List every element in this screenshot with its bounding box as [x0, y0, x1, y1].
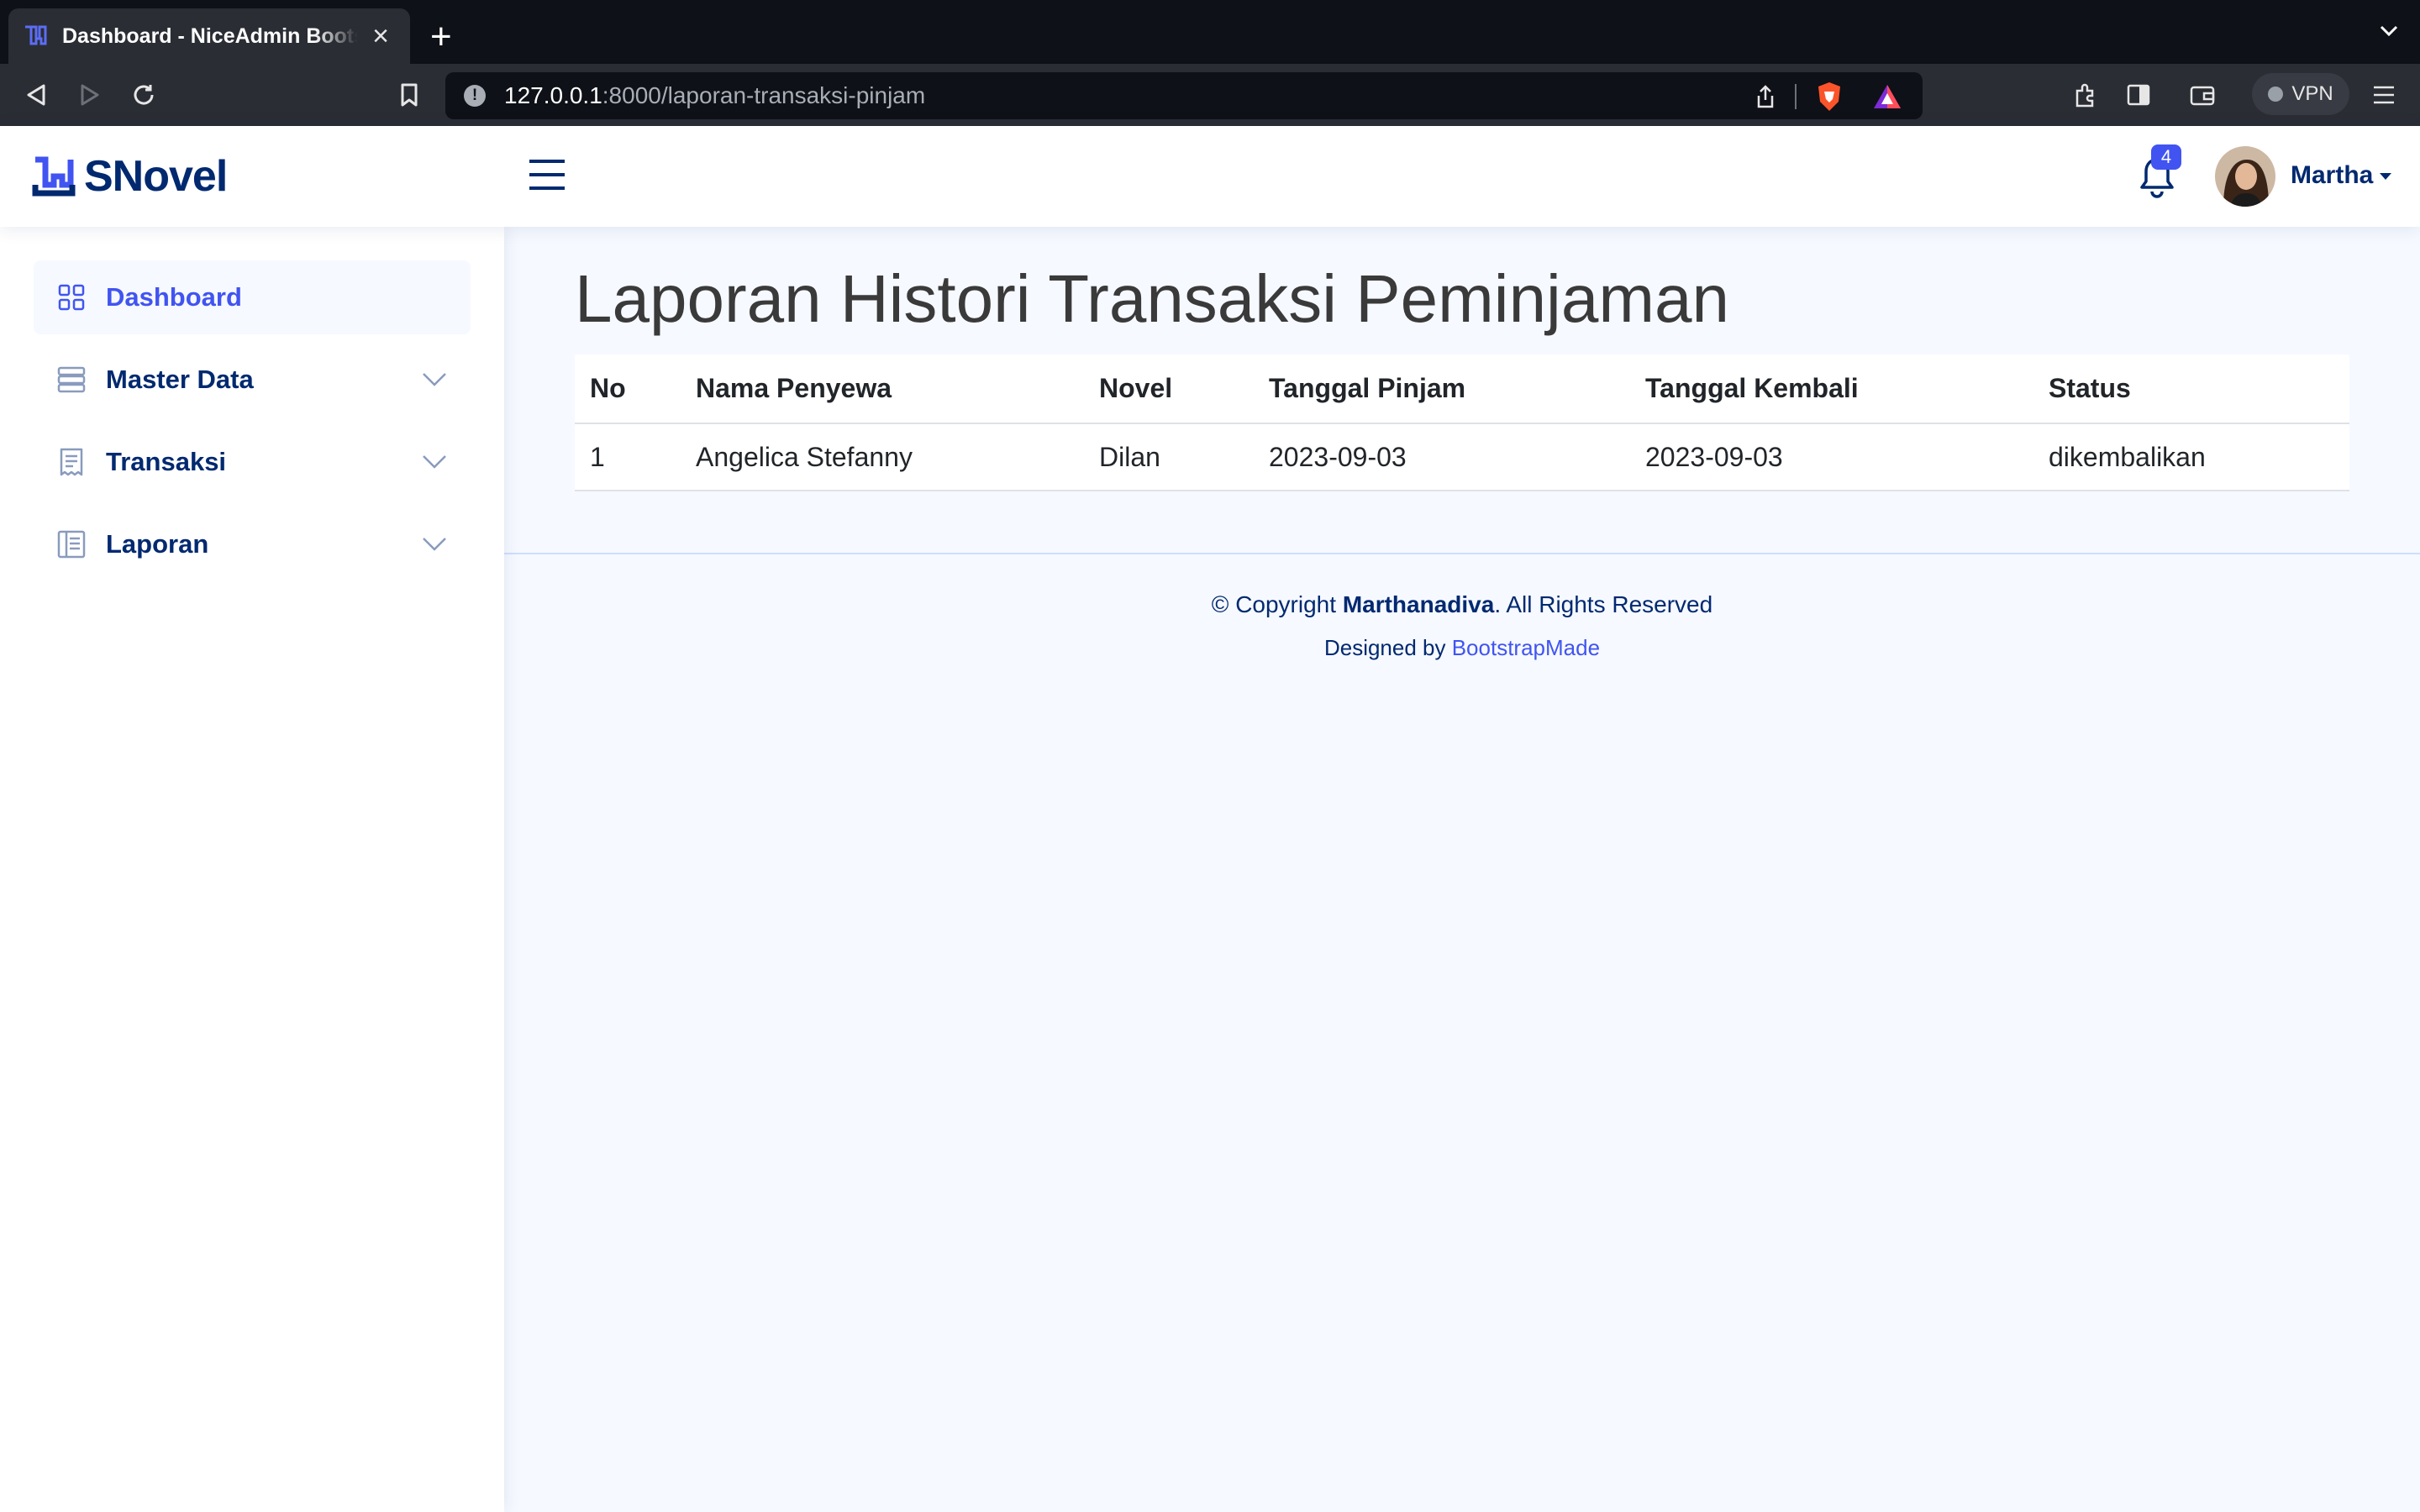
reload-icon[interactable]: [128, 79, 160, 111]
app-header: SNovel 4 Martha: [0, 126, 2420, 227]
table-cell: 2023-09-03: [1254, 423, 1630, 491]
page-title: Laporan Histori Transaksi Peminjaman: [575, 261, 1729, 336]
column-header: Nama Penyewa: [681, 354, 1084, 424]
chevron-down-icon: [423, 373, 446, 386]
logo[interactable]: SNovel: [32, 151, 228, 202]
url-host: 127.0.0.1: [504, 82, 602, 108]
bookmark-icon[interactable]: [393, 79, 425, 111]
column-header: Tanggal Pinjam: [1254, 354, 1630, 424]
favicon-icon: [25, 25, 47, 45]
tab-close-icon[interactable]: ×: [366, 22, 395, 50]
browser-tab[interactable]: Dashboard - NiceAdmin Bootstrap Template…: [8, 8, 410, 64]
profile-photo: [2215, 146, 2275, 207]
vpn-button[interactable]: VPN: [2252, 73, 2349, 115]
table-cell: 2023-09-03: [1630, 423, 2033, 491]
sidebar-toggle-icon[interactable]: [2123, 79, 2154, 111]
table-cell: 1: [575, 423, 681, 491]
copyright-name: Marthanadiva: [1342, 591, 1495, 617]
share-icon[interactable]: [1754, 84, 1776, 109]
column-header: Novel: [1084, 354, 1254, 424]
brave-rewards-icon[interactable]: [1872, 83, 1902, 110]
sidebar: Dashboard Master Data Transaksi Laporan: [0, 227, 504, 1512]
designed-by-label: Designed by: [1323, 635, 1452, 660]
table-cell: dikembalikan: [2033, 423, 2349, 491]
new-tab-button[interactable]: +: [430, 18, 452, 55]
sidebar-item-label: Transaksi: [106, 447, 227, 476]
vpn-status-icon: [2268, 87, 2284, 102]
copyright-suffix: . All Rights Reserved: [1494, 591, 1713, 617]
copyright: © Copyright Marthanadiva. All Rights Res…: [504, 591, 2420, 618]
profile-caret-icon[interactable]: [2380, 173, 2391, 180]
column-header: No: [575, 354, 681, 424]
chevron-down-icon: [423, 538, 446, 551]
url-path: :8000/laporan-transaksi-pinjam: [602, 82, 926, 108]
browser-toolbar: ! 127.0.0.1:8000/laporan-transaksi-pinja…: [0, 64, 2420, 126]
table-header-row: No Nama Penyewa Novel Tanggal Pinjam Tan…: [575, 354, 2349, 424]
sidebar-item-dashboard[interactable]: Dashboard: [34, 260, 471, 334]
logo-text: SNovel: [84, 152, 228, 201]
back-icon[interactable]: [20, 79, 52, 111]
grid-icon: [58, 284, 85, 311]
sidebar-item-label: Master Data: [106, 365, 254, 394]
avatar[interactable]: [2215, 146, 2275, 207]
profile-name[interactable]: Martha: [2291, 161, 2373, 190]
receipt-icon: [60, 448, 83, 476]
database-icon: [57, 366, 86, 393]
browser-tabstrip: Dashboard - NiceAdmin Bootstrap Template…: [0, 0, 2420, 64]
credits: Designed by BootstrapMade: [504, 635, 2420, 661]
site-info-icon[interactable]: !: [464, 85, 486, 107]
footer: © Copyright Marthanadiva. All Rights Res…: [504, 553, 2420, 661]
sidebar-item-master-data[interactable]: Master Data: [34, 343, 471, 417]
table-cell: Dilan: [1084, 423, 1254, 491]
forward-icon[interactable]: [74, 79, 106, 111]
chevron-down-icon: [423, 455, 446, 469]
vpn-label: VPN: [2291, 82, 2333, 105]
brave-shield-icon[interactable]: [1815, 81, 1844, 113]
column-header: Tanggal Kembali: [1630, 354, 2033, 424]
menu-icon[interactable]: [2368, 79, 2400, 111]
layout-text-icon: [57, 530, 86, 559]
address-bar[interactable]: ! 127.0.0.1:8000/laporan-transaksi-pinja…: [445, 72, 1923, 119]
sidebar-item-transaksi[interactable]: Transaksi: [34, 425, 471, 499]
logo-icon: [32, 156, 76, 197]
wallet-icon[interactable]: [2186, 79, 2218, 111]
designer-link[interactable]: BootstrapMade: [1452, 635, 1600, 660]
extensions-icon[interactable]: [2069, 79, 2101, 111]
sidebar-item-label: Dashboard: [106, 282, 242, 312]
sidebar-item-label: Laporan: [106, 529, 209, 559]
column-header: Status: [2033, 354, 2349, 424]
table-cell: Angelica Stefanny: [681, 423, 1084, 491]
tab-title: Dashboard - NiceAdmin Bootstrap Template: [62, 24, 358, 48]
copyright-prefix: © Copyright: [1211, 591, 1343, 617]
chevron-down-icon[interactable]: [2380, 25, 2398, 37]
sidebar-item-laporan[interactable]: Laporan: [34, 507, 471, 581]
transaction-history-table: No Nama Penyewa Novel Tanggal Pinjam Tan…: [575, 354, 2349, 491]
toggle-sidebar-icon[interactable]: [528, 158, 566, 192]
notification-badge: 4: [2151, 144, 2181, 170]
table-row: 1 Angelica Stefanny Dilan 2023-09-03 202…: [575, 423, 2349, 491]
